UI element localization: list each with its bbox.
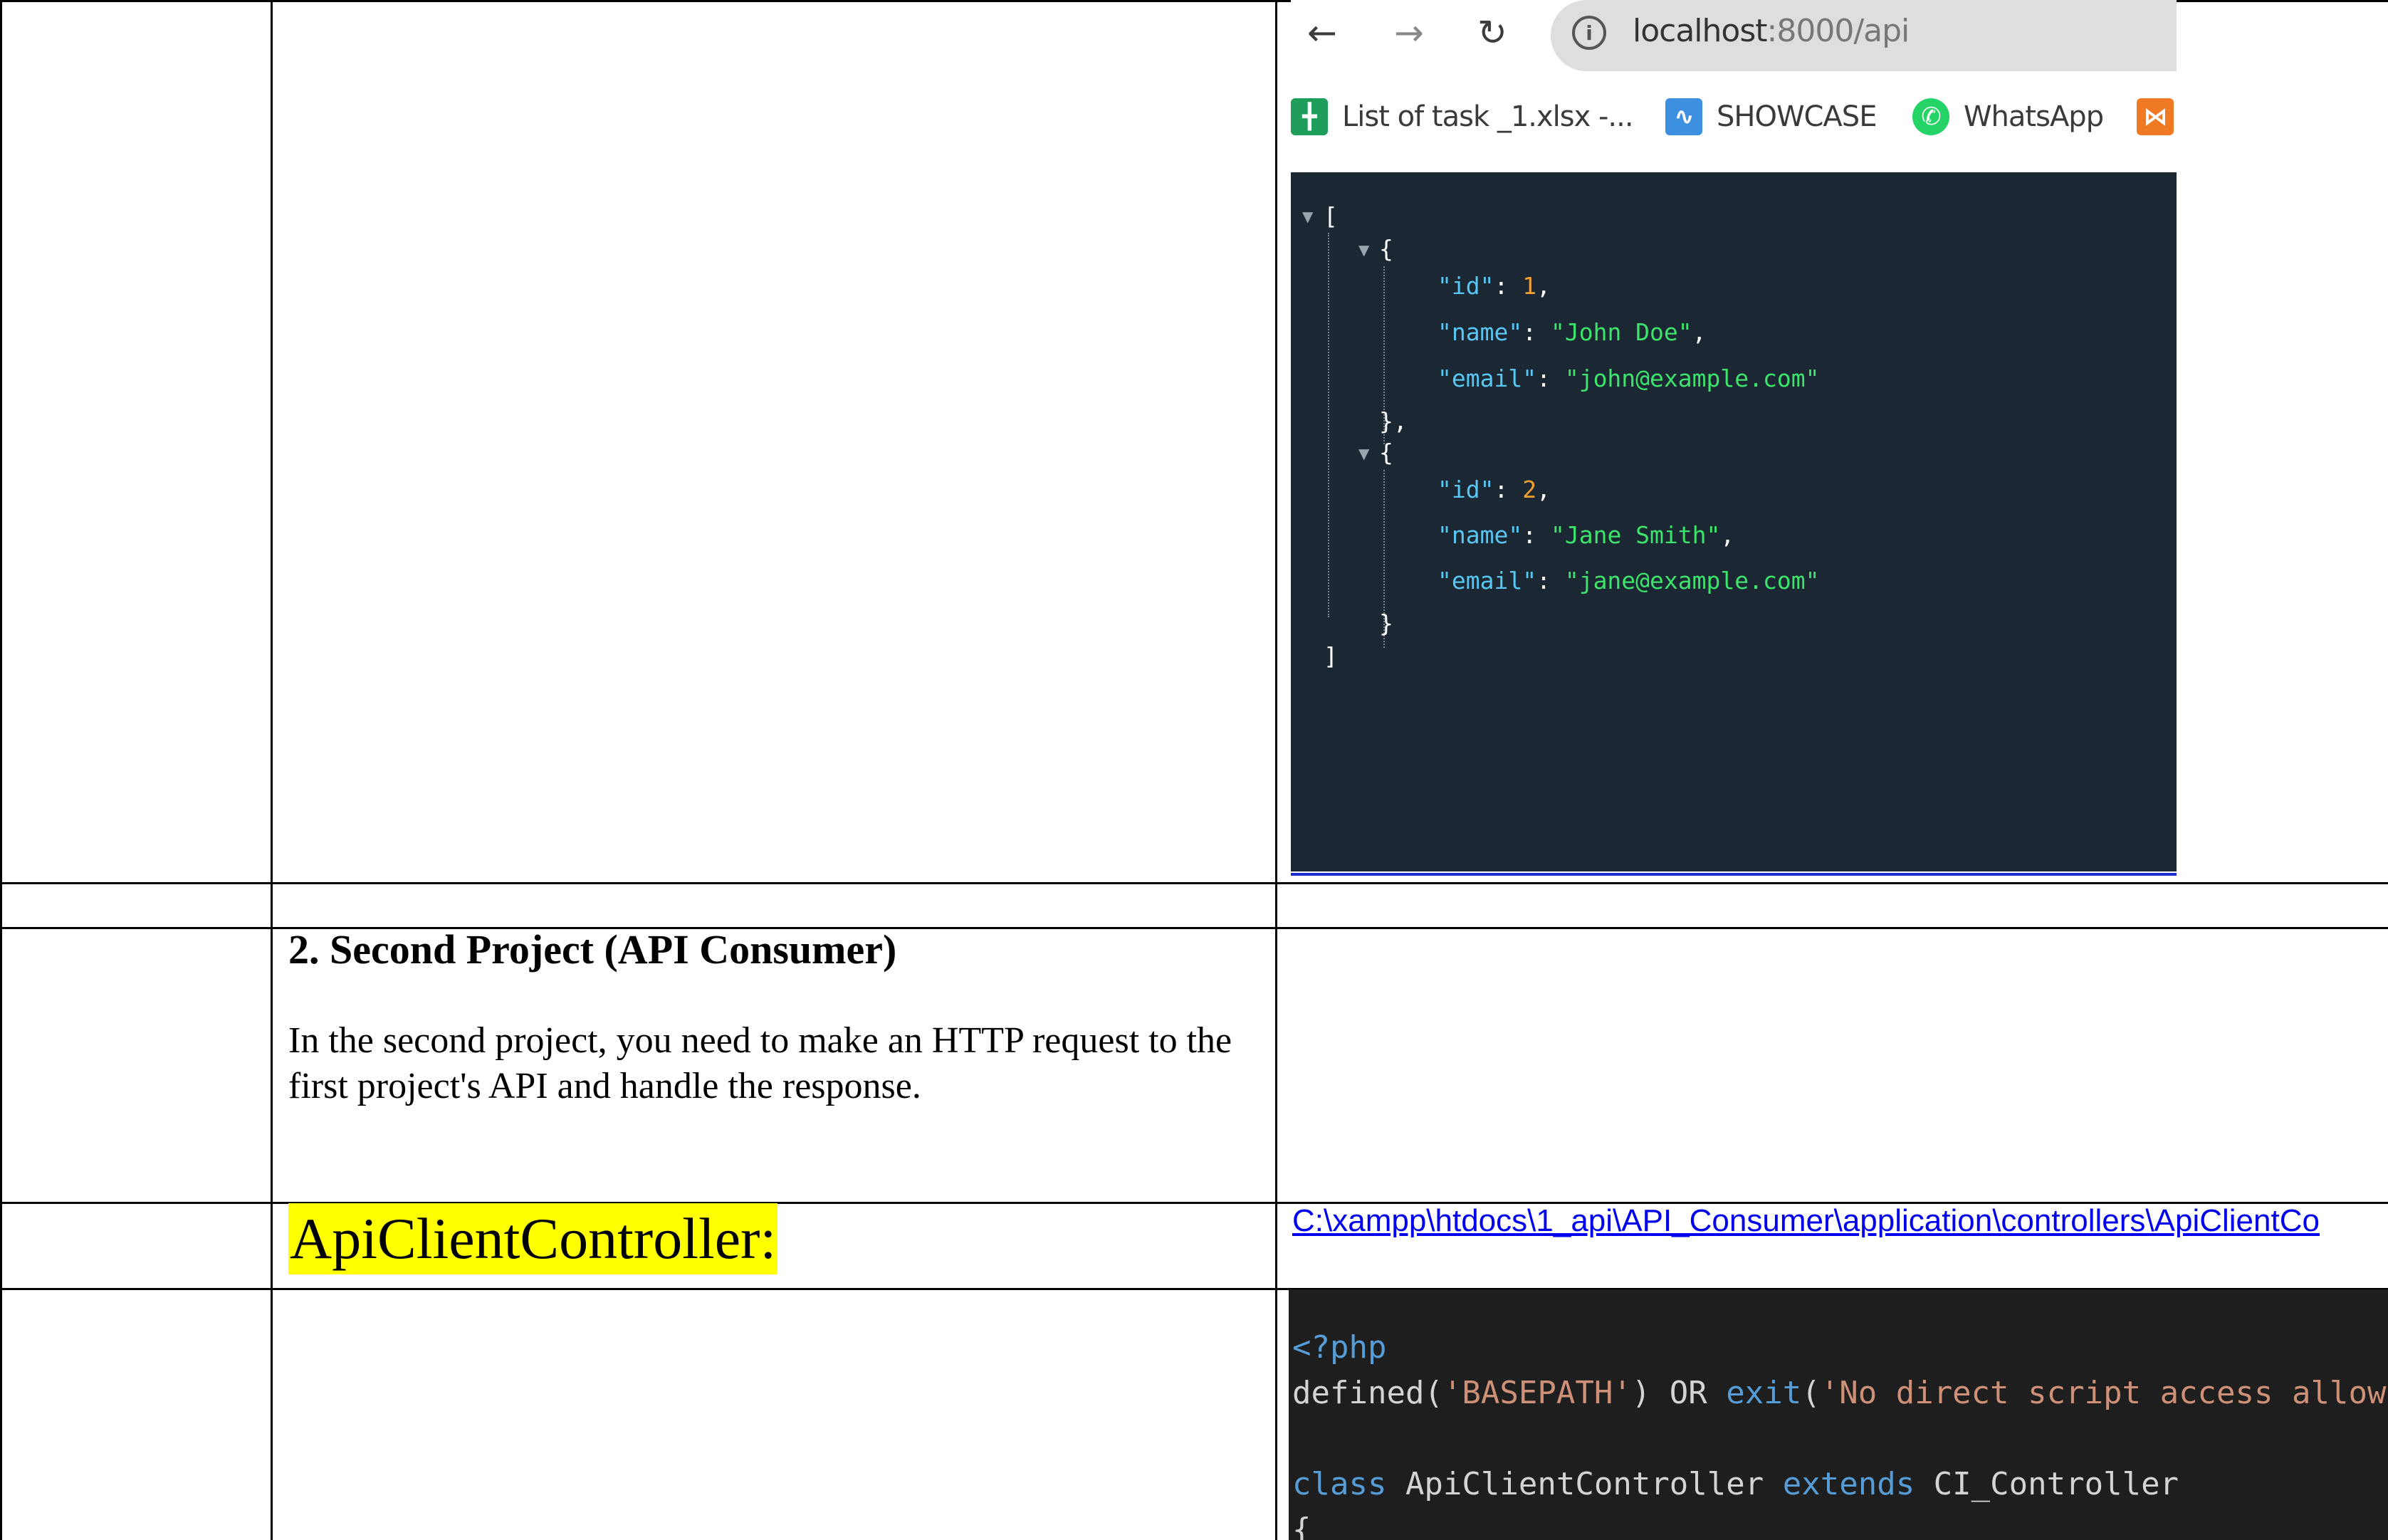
bookmark-item[interactable]: ✆ WhatsApp: [1912, 97, 2104, 137]
table-border-left: [0, 0, 2, 1540]
url-host: localhost: [1633, 13, 1768, 49]
json-row-email: "email": "john@example.com": [1437, 365, 1820, 392]
json-value-email: "jane@example.com": [1564, 567, 1820, 594]
json-value-id: 1: [1522, 272, 1537, 300]
bookmarks-bar: ╋ List of task _1.xlsx -... ∿ SHOWCASE ✆…: [1291, 71, 2177, 172]
section-heading: 2. Second Project (API Consumer): [288, 926, 897, 973]
arrow-left-icon[interactable]: ←: [1295, 6, 1349, 60]
code-editor: <?php defined('BASEPATH') OR exit('No di…: [1289, 1289, 2388, 1540]
controller-label: ApiClientController:: [288, 1203, 778, 1274]
address-url[interactable]: localhost:8000/api: [1633, 13, 1910, 49]
json-row-id: "id": 1,: [1437, 272, 1551, 300]
whatsapp-icon: ✆: [1912, 98, 1949, 135]
table-column-divider: [271, 0, 273, 1540]
code-line-brace: {: [1292, 1512, 1311, 1540]
bookmark-item[interactable]: ∿ SHOWCASE: [1665, 97, 1877, 137]
json-value-name: "John Doe": [1550, 318, 1692, 346]
json-row-id: "id": 2,: [1437, 476, 1551, 503]
arrow-right-icon[interactable]: →: [1382, 6, 1436, 60]
table-column-divider: [1275, 0, 1277, 1540]
json-brace: }: [1379, 609, 1393, 637]
collapse-arrow-icon[interactable]: ▼: [1358, 241, 1369, 258]
bookmark-item[interactable]: ╋ List of task _1.xlsx -...: [1291, 97, 1634, 137]
code-line-class: class ApiClientController extends CI_Con…: [1292, 1466, 2179, 1502]
browser-toolbar: ← → ↻ i localhost:8000/api: [1291, 0, 2177, 71]
json-row-email: "email": "jane@example.com": [1437, 567, 1820, 594]
json-open-bracket: [: [1324, 202, 1338, 230]
collapse-arrow-icon[interactable]: ▼: [1302, 208, 1313, 225]
json-brace: {: [1379, 235, 1393, 263]
json-brace: },: [1379, 407, 1408, 435]
reload-icon[interactable]: ↻: [1465, 6, 1519, 60]
bookmark-label: List of task _1.xlsx -...: [1342, 100, 1634, 133]
showcase-icon: ∿: [1665, 98, 1702, 135]
file-path-link[interactable]: C:\xampp\htdocs\1_api\API_Consumer\appli…: [1292, 1203, 2320, 1239]
bookmark-item[interactable]: ⋈: [2137, 97, 2177, 137]
viewer-bottom-line: [1291, 871, 2177, 880]
indent-guide: [1328, 233, 1329, 617]
bookmark-label: WhatsApp: [1964, 100, 2104, 133]
browser-screenshot: ← → ↻ i localhost:8000/api ╋ List of tas…: [1291, 0, 2177, 880]
address-bar[interactable]: i localhost:8000/api: [1551, 0, 2177, 71]
code-line-php-open: <?php: [1292, 1329, 1387, 1366]
code-line-defined: defined('BASEPATH') OR exit('No direct s…: [1292, 1375, 2388, 1411]
xampp-icon: ⋈: [2137, 98, 2174, 135]
json-value-name: "Jane Smith": [1550, 521, 1721, 549]
url-path: :8000/api: [1766, 13, 1910, 49]
table-row-divider: [0, 882, 2388, 884]
json-close-bracket: ]: [1324, 642, 1338, 670]
collapse-arrow-icon[interactable]: ▼: [1358, 445, 1369, 462]
json-row-name: "name": "John Doe",: [1437, 318, 1707, 346]
json-value-id: 2: [1522, 476, 1537, 503]
json-viewer: ▼ [ ▼ { "id": 1, "name": "John Doe", "em…: [1291, 172, 2177, 880]
json-value-email: "john@example.com": [1564, 365, 1820, 392]
spreadsheet-icon: ╋: [1291, 98, 1328, 135]
bookmark-label: SHOWCASE: [1717, 100, 1877, 133]
info-icon[interactable]: i: [1572, 16, 1606, 50]
section-paragraph: In the second project, you need to make …: [288, 1020, 1232, 1106]
json-row-name: "name": "Jane Smith",: [1437, 521, 1735, 549]
json-brace: {: [1379, 439, 1393, 466]
